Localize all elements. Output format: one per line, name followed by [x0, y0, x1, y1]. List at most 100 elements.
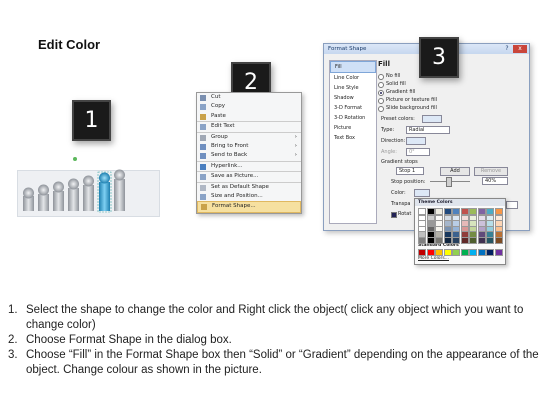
theme-color-swatch[interactable] — [418, 237, 426, 244]
standard-color-swatch[interactable] — [460, 249, 469, 256]
context-menu-item[interactable]: Hyperlink... — [197, 162, 301, 173]
standard-color-swatch[interactable] — [477, 249, 486, 256]
standard-color-swatch[interactable] — [486, 249, 494, 256]
menu-item-icon — [200, 124, 206, 131]
dialog-nav-item[interactable]: Shadow — [330, 93, 376, 103]
help-icon[interactable]: ? — [503, 45, 511, 53]
people-figures-graphic[interactable] — [17, 160, 159, 216]
menu-item-icon — [200, 163, 206, 170]
step-1-badge: 1 — [72, 100, 111, 141]
context-menu: Cut Copy Paste Edit Text Group › Bring to Fron… — [196, 92, 302, 214]
dialog-nav-item[interactable]: 3-D Rotation — [330, 113, 376, 123]
picture-fill-label: Picture or texture fill — [386, 97, 438, 103]
menu-item-label: Paste — [211, 112, 226, 119]
direction-label: Direction: — [381, 138, 406, 144]
standard-color-swatch[interactable] — [418, 249, 426, 256]
menu-item-label: Save as Picture... — [211, 173, 259, 180]
gradient-fill-radio[interactable] — [378, 90, 384, 96]
solid-fill-label: Solid fill — [386, 81, 406, 87]
theme-color-swatch[interactable] — [435, 237, 443, 244]
transparency-spinner[interactable] — [506, 201, 518, 209]
context-menu-item[interactable]: Cut — [197, 93, 301, 102]
menu-item-label: Copy — [211, 103, 225, 110]
slider-thumb[interactable] — [446, 177, 452, 187]
standard-color-swatch[interactable] — [443, 249, 452, 256]
stop-select[interactable]: Stop 1 — [396, 167, 424, 175]
preset-colors-dropdown[interactable] — [422, 115, 442, 123]
menu-item-label: Group — [211, 133, 228, 140]
context-menu-item[interactable]: Size and Position... — [197, 192, 301, 201]
menu-item-label: Edit Text — [211, 123, 235, 130]
slide-bg-fill-label: Slide background fill — [386, 105, 437, 111]
angle-label: Angle: — [381, 149, 397, 155]
context-menu-item[interactable]: Copy — [197, 102, 301, 111]
context-menu-item[interactable]: Bring to Front › — [197, 142, 301, 151]
standard-color-swatch[interactable] — [452, 249, 460, 256]
step-3-badge: 3 — [419, 37, 459, 78]
theme-colors-heading: Theme Colors — [415, 199, 505, 206]
theme-color-swatch[interactable] — [443, 237, 452, 244]
menu-item-label: Cut — [211, 94, 221, 100]
dialog-nav-item[interactable]: Fill — [330, 61, 376, 73]
instruction-item: 2. Choose Format Shape in the dialog box. — [8, 333, 553, 348]
theme-color-swatch[interactable] — [426, 237, 435, 244]
no-fill-label: No fill — [386, 73, 401, 79]
theme-color-swatch[interactable] — [460, 237, 469, 244]
direction-dropdown[interactable] — [406, 137, 426, 145]
dialog-nav-item[interactable]: 3-D Format — [330, 103, 376, 113]
type-select[interactable]: Radial — [406, 126, 450, 134]
color-label: Color: — [391, 190, 406, 196]
theme-color-swatch[interactable] — [486, 237, 494, 244]
submenu-arrow-icon: › — [294, 152, 297, 159]
theme-color-swatch[interactable] — [477, 237, 486, 244]
menu-item-icon — [200, 134, 206, 141]
slide-bg-fill-radio[interactable] — [378, 106, 384, 112]
no-fill-radio[interactable] — [378, 74, 384, 80]
menu-item-label: Send to Back — [211, 152, 248, 159]
menu-item-icon — [200, 143, 206, 150]
standard-color-swatch[interactable] — [494, 249, 503, 256]
dialog-nav-item[interactable]: Line Color — [330, 73, 376, 83]
standard-color-swatch[interactable] — [469, 249, 477, 256]
context-menu-item[interactable]: Set as Default Shape — [197, 183, 301, 192]
menu-item-label: Set as Default Shape — [211, 183, 269, 190]
stop-position-input[interactable]: 40% — [482, 177, 508, 185]
picture-fill-radio[interactable] — [378, 98, 384, 104]
menu-item-icon — [200, 174, 206, 181]
context-menu-item[interactable]: Format Shape... — [197, 201, 301, 213]
dialog-nav-item[interactable]: Picture — [330, 123, 376, 133]
context-menu-item[interactable]: Group › — [197, 133, 301, 142]
page-title: Edit Color — [38, 37, 101, 52]
menu-item-label: Bring to Front — [211, 142, 249, 149]
menu-item-icon — [200, 95, 206, 101]
instruction-item: 1. Select the shape to change the color a… — [8, 303, 553, 333]
remove-stop-button[interactable]: Remove — [474, 167, 508, 176]
type-label: Type: — [381, 127, 395, 133]
color-palette-popup: Theme Colors Standard Colors More Colors… — [414, 198, 506, 265]
menu-item-icon — [200, 184, 206, 191]
angle-input[interactable]: 0° — [406, 148, 430, 156]
dialog-nav-item[interactable]: Text Box — [330, 133, 376, 143]
context-menu-item[interactable]: Paste — [197, 112, 301, 123]
context-menu-item[interactable]: Save as Picture... — [197, 172, 301, 183]
add-stop-button[interactable]: Add — [440, 167, 470, 176]
rotate-with-shape-label: Rotat — [398, 211, 412, 217]
solid-fill-radio[interactable] — [378, 82, 384, 88]
menu-item-icon — [200, 153, 206, 160]
theme-color-swatch[interactable] — [494, 237, 503, 244]
color-picker-button[interactable] — [414, 189, 430, 197]
theme-color-swatch[interactable] — [452, 237, 460, 244]
instructions-list: 1. Select the shape to change the color a… — [8, 303, 553, 378]
rotate-with-shape-checkbox[interactable] — [391, 212, 397, 218]
close-icon[interactable]: x — [513, 45, 527, 53]
instruction-number: 2. — [8, 334, 18, 346]
context-menu-item[interactable]: Edit Text — [197, 122, 301, 133]
dialog-nav-item[interactable]: Line Style — [330, 83, 376, 93]
more-colors-link[interactable]: More Colors... — [418, 256, 449, 261]
instruction-text: Choose Format Shape in the dialog box. — [26, 334, 232, 346]
standard-color-swatch[interactable] — [435, 249, 443, 256]
context-menu-item[interactable]: Send to Back › — [197, 151, 301, 162]
standard-color-swatch[interactable] — [426, 249, 435, 256]
instruction-text: Choose “Fill” in the Format Shape box th… — [26, 349, 539, 376]
theme-color-swatch[interactable] — [469, 237, 477, 244]
